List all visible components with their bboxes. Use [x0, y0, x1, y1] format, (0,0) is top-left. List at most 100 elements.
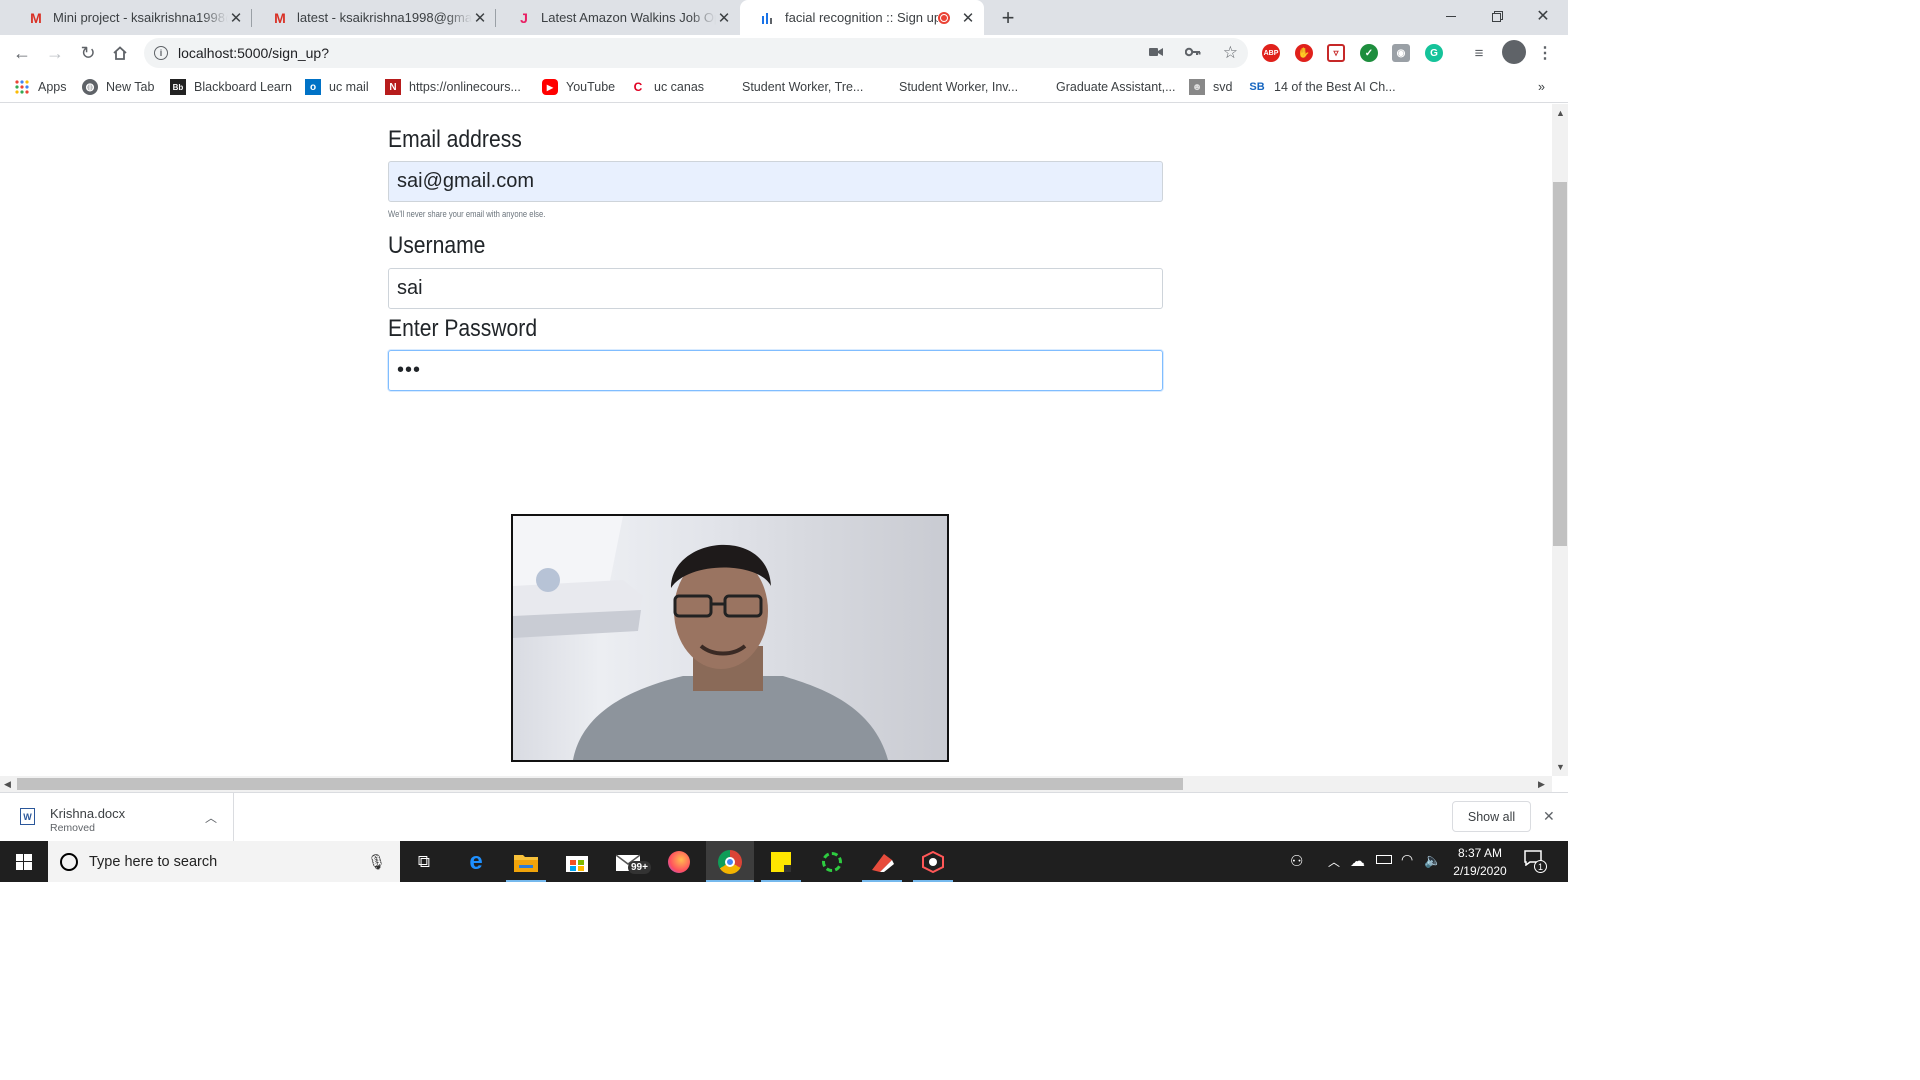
task-view-icon[interactable]: ⧉: [400, 841, 448, 882]
onedrive-cloud-icon[interactable]: ☁: [1350, 852, 1365, 870]
sync-app-icon[interactable]: [808, 841, 856, 882]
download-filename: Krishna.docx: [50, 806, 126, 821]
bookmarks-overflow-button[interactable]: »: [1538, 78, 1545, 96]
key-icon[interactable]: [1184, 44, 1201, 62]
file-explorer-icon[interactable]: [502, 841, 550, 882]
microphone-icon[interactable]: 🎙: [367, 853, 386, 871]
bookmark-apps[interactable]: Apps: [14, 78, 67, 96]
scroll-down-arrow[interactable]: ▼: [1556, 762, 1565, 772]
email-input[interactable]: sai@gmail.com: [388, 161, 1163, 202]
bookmark-label: Student Worker, Inv...: [899, 80, 1019, 94]
recording-icon: [938, 11, 950, 24]
horizontal-scroll-thumb[interactable]: [17, 778, 1183, 790]
youtube-icon: ▶: [542, 79, 558, 95]
close-tab-icon[interactable]: ✕: [960, 10, 976, 27]
bookmark-new-tab[interactable]: ◍ New Tab: [82, 78, 154, 96]
search-placeholder: Type here to search: [89, 853, 218, 870]
download-item[interactable]: W Krishna.docx Removed ︿: [0, 793, 234, 841]
bookmark-blackboard[interactable]: Bb Blackboard Learn: [170, 78, 292, 96]
profile-avatar[interactable]: [1502, 40, 1526, 64]
pocket-icon[interactable]: ▿: [1327, 44, 1345, 62]
bookmark-svd[interactable]: ☻ svd: [1189, 78, 1232, 96]
tab-mini-project[interactable]: M Mini project - ksaikrishna1998@g ✕: [8, 0, 252, 35]
page-icon: [760, 10, 776, 26]
drawing-app-icon[interactable]: [858, 841, 906, 882]
close-download-bar-icon[interactable]: ✕: [1543, 808, 1555, 825]
reload-button[interactable]: ↻: [74, 39, 102, 67]
bookmark-uc-canvas[interactable]: C uc canas: [630, 78, 704, 96]
home-button[interactable]: [106, 39, 134, 67]
bookmark-best-ai[interactable]: SB 14 of the Best AI Ch...: [1248, 78, 1396, 96]
tab-strip: M Mini project - ksaikrishna1998@g ✕ M l…: [0, 0, 1568, 35]
bookmark-online-courses[interactable]: N https://onlinecours...: [385, 78, 521, 96]
edge-browser-icon[interactable]: e: [452, 841, 500, 882]
username-input[interactable]: sai: [388, 268, 1163, 309]
bookmark-student-worker-inv[interactable]: Student Worker, Inv...: [899, 78, 1018, 96]
adblock-icon[interactable]: ABP: [1262, 44, 1280, 62]
email-help-text: We'll never share your email with anyone…: [388, 209, 546, 219]
windows-start-icon[interactable]: [0, 841, 48, 882]
nptel-icon: N: [385, 79, 401, 95]
close-tab-icon[interactable]: ✕: [472, 10, 488, 27]
password-input[interactable]: •••: [388, 350, 1163, 391]
restore-button[interactable]: [1474, 0, 1520, 32]
username-label: Username: [388, 232, 486, 259]
vertical-scrollbar[interactable]: ▲ ▼: [1552, 104, 1568, 776]
scroll-up-arrow[interactable]: ▲: [1556, 108, 1565, 118]
close-window-button[interactable]: ✕: [1520, 0, 1566, 32]
screenshot-camera-icon[interactable]: ◉: [1392, 44, 1410, 62]
clock[interactable]: 8:37 AM 2/19/2020: [1446, 844, 1514, 880]
bookmark-youtube[interactable]: ▶ YouTube: [542, 78, 615, 96]
scroll-left-arrow[interactable]: ◀: [4, 779, 11, 790]
notification-count: 1: [1534, 860, 1547, 873]
sticky-notes-icon[interactable]: [757, 841, 805, 882]
forward-button[interactable]: →: [41, 39, 69, 67]
close-tab-icon[interactable]: ✕: [716, 10, 732, 27]
bookmark-uc-mail[interactable]: o uc mail: [305, 78, 369, 96]
tab-amazon-walkins[interactable]: J Latest Amazon Walkins Job Open ✕: [496, 0, 740, 35]
media-controls-icon[interactable]: ≡: [1470, 44, 1488, 62]
taskbar-search-box[interactable]: Type here to search 🎙: [48, 841, 400, 882]
show-all-button[interactable]: Show all: [1452, 801, 1531, 832]
word-doc-icon: W: [20, 808, 35, 825]
bookmark-label: uc canas: [654, 80, 705, 94]
scroll-right-arrow[interactable]: ▶: [1538, 779, 1545, 790]
site-info-icon[interactable]: i: [154, 46, 168, 60]
gmail-icon: M: [274, 9, 286, 26]
tab-latest[interactable]: M latest - ksaikrishna1998@gmail.c ✕: [252, 0, 496, 35]
grammarly-icon[interactable]: G: [1425, 44, 1443, 62]
tab-facial-recognition[interactable]: facial recognition :: Sign up ✕: [740, 0, 984, 35]
battery-icon[interactable]: [1376, 855, 1392, 864]
wifi-icon[interactable]: ◠: [1401, 851, 1413, 868]
close-tab-icon[interactable]: ✕: [228, 10, 244, 27]
firefox-icon[interactable]: [655, 841, 703, 882]
vertical-scroll-thumb[interactable]: [1553, 182, 1567, 546]
url-text[interactable]: localhost:5000/sign_up?: [178, 45, 329, 61]
chrome-icon[interactable]: [706, 841, 754, 882]
bookmark-star-icon[interactable]: ☆: [1223, 43, 1238, 63]
menu-kebab-icon[interactable]: ⋮: [1536, 44, 1554, 62]
horizontal-scrollbar[interactable]: ◀ ▶: [0, 776, 1552, 792]
uc-logo-icon: C: [633, 80, 643, 94]
back-button[interactable]: ←: [8, 39, 36, 67]
people-icon[interactable]: ⚇: [1290, 852, 1303, 870]
gmail-icon: M: [30, 9, 42, 26]
minimize-button[interactable]: [1428, 0, 1474, 32]
email-label: Email address: [388, 126, 522, 153]
bookmark-student-worker-tre[interactable]: Student Worker, Tre...: [742, 78, 863, 96]
apps-grid-icon: [14, 79, 30, 95]
show-hidden-icons-chevron[interactable]: ︿: [1328, 853, 1340, 870]
bookmark-graduate-assistant[interactable]: Graduate Assistant,...: [1056, 78, 1176, 96]
check-extension-icon[interactable]: ✓: [1360, 44, 1378, 62]
chevron-up-icon[interactable]: ︿: [205, 809, 217, 826]
volume-icon[interactable]: 🔈: [1424, 852, 1441, 869]
microsoft-store-icon[interactable]: [553, 841, 601, 882]
new-tab-button[interactable]: +: [995, 5, 1021, 31]
mail-icon[interactable]: 99+: [604, 841, 652, 882]
bookmark-label: 14 of the Best AI Ch...: [1274, 80, 1396, 94]
address-bar[interactable]: i localhost:5000/sign_up? ☆: [144, 38, 1248, 68]
notification-center-icon[interactable]: 1: [1524, 850, 1547, 873]
spider-app-icon[interactable]: [909, 841, 957, 882]
camera-icon[interactable]: [1148, 44, 1163, 62]
hand-extension-icon[interactable]: ✋: [1295, 44, 1313, 62]
